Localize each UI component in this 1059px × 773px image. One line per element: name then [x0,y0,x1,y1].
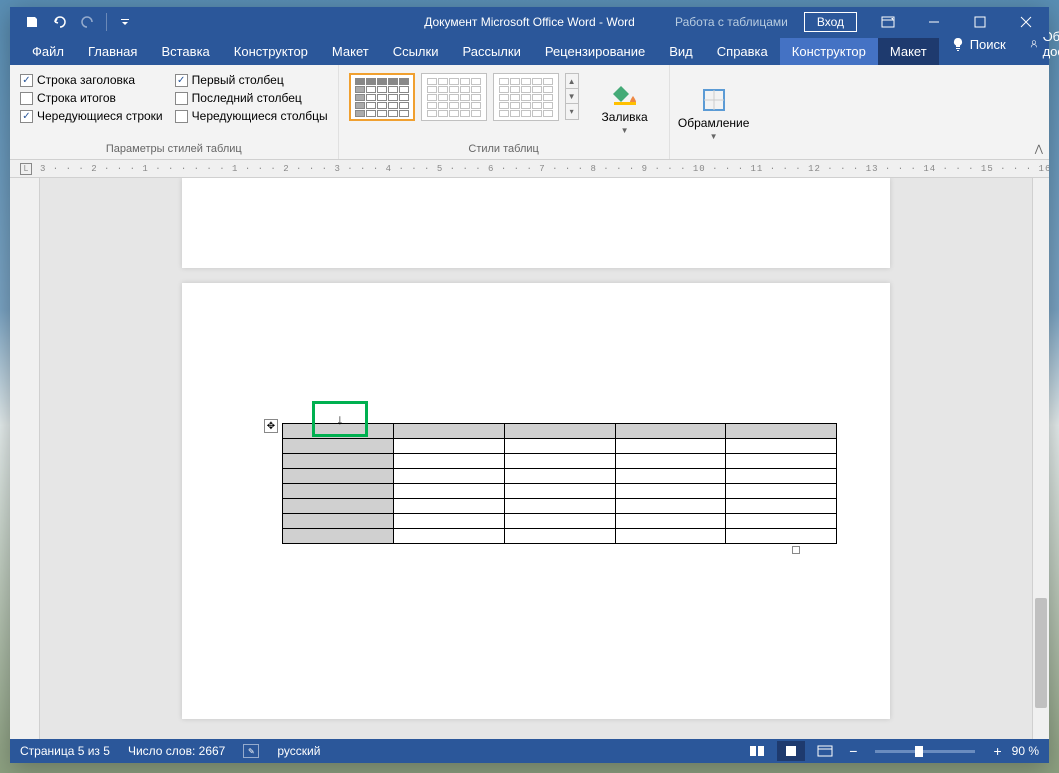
table-row [283,529,837,544]
person-icon [1030,37,1038,51]
borders-icon [698,86,730,114]
redo-button[interactable] [76,10,100,34]
vertical-ruler[interactable] [10,178,40,739]
login-button[interactable]: Вход [804,12,857,32]
table-style-1[interactable] [349,73,415,121]
ribbon: ✓Строка заголовка Строка итогов ✓Чередую… [10,65,1049,160]
table-row [283,424,837,439]
gallery-down[interactable]: ▼ [566,89,578,104]
group-label-styles: Стили таблиц [349,141,659,157]
title-bar: Документ Microsoft Office Word - Word Ра… [10,7,1049,37]
tab-view[interactable]: Вид [657,38,705,65]
table-row [283,469,837,484]
view-web-layout[interactable] [811,741,839,761]
table-move-handle[interactable]: ✥ [264,419,278,433]
tab-file[interactable]: Файл [20,38,76,65]
maximize-button[interactable] [957,7,1003,37]
document-table-wrapper: ✥ [282,423,790,544]
gallery-more[interactable]: ▾ [566,104,578,119]
group-table-style-options: ✓Строка заголовка Строка итогов ✓Чередую… [10,65,339,159]
undo-button[interactable] [48,10,72,34]
lightbulb-icon [951,37,965,51]
borders-button[interactable]: Обрамление ▼ [680,69,748,153]
view-print-layout[interactable] [777,741,805,761]
zoom-level[interactable]: 90 % [1012,744,1039,758]
status-bar: Страница 5 из 5 Число слов: 2667 ✎ русск… [10,739,1049,763]
window-title: Документ Microsoft Office Word - Word [424,15,635,29]
status-words[interactable]: Число слов: 2667 [128,744,225,758]
zoom-slider[interactable] [875,750,975,753]
table-row [283,514,837,529]
paint-bucket-icon [609,80,641,108]
document-scroll[interactable]: ✥ [40,178,1032,739]
group-borders: Обрамление ▼ [670,65,758,159]
document-area: ✥ [10,178,1049,739]
table-style-3[interactable] [493,73,559,121]
table-resize-handle[interactable] [792,546,800,554]
checkbox-first-column[interactable]: ✓Первый столбец [175,73,328,87]
status-language[interactable]: русский [277,744,320,758]
scroll-thumb[interactable] [1035,598,1047,708]
style-gallery-arrows: ▲ ▼ ▾ [565,73,579,120]
table-row [283,499,837,514]
table-style-2[interactable] [421,73,487,121]
vertical-scrollbar[interactable] [1032,178,1049,739]
view-read-mode[interactable] [743,741,771,761]
tab-table-design[interactable]: Конструктор [780,38,878,65]
table-row [283,454,837,469]
shading-button[interactable]: Заливка ▼ [591,69,659,141]
word-window: Документ Microsoft Office Word - Word Ра… [10,7,1049,763]
close-button[interactable] [1003,7,1049,37]
page-previous[interactable] [182,178,890,268]
minimize-button[interactable] [911,7,957,37]
document-table[interactable] [282,423,837,544]
tab-selector[interactable]: L [20,163,32,175]
table-row [283,439,837,454]
tab-mailings[interactable]: Рассылки [450,38,532,65]
tab-layout[interactable]: Макет [320,38,381,65]
checkbox-last-column[interactable]: Последний столбец [175,91,328,105]
checkbox-banded-rows[interactable]: ✓Чередующиеся строки [20,109,163,123]
zoom-out[interactable]: − [845,743,861,759]
tab-references[interactable]: Ссылки [381,38,451,65]
checkbox-total-row[interactable]: Строка итогов [20,91,163,105]
tab-review[interactable]: Рецензирование [533,38,657,65]
qat-customize[interactable] [113,10,137,34]
group-label-options: Параметры стилей таблиц [20,141,328,157]
checkbox-banded-columns[interactable]: Чередующиеся столбцы [175,109,328,123]
tab-insert[interactable]: Вставка [149,38,221,65]
gallery-up[interactable]: ▲ [566,74,578,89]
save-button[interactable] [20,10,44,34]
tab-design[interactable]: Конструктор [222,38,320,65]
group-table-styles: ▲ ▼ ▾ Заливка ▼ Стили таблиц [339,65,670,159]
horizontal-ruler[interactable]: L 3 · · · 2 · · · 1 · · · · · · 1 · · · … [10,160,1049,178]
checkbox-header-row[interactable]: ✓Строка заголовка [20,73,163,87]
page-current[interactable]: ✥ [182,283,890,719]
quick-access-toolbar [10,10,137,34]
tab-home[interactable]: Главная [76,38,149,65]
tab-help[interactable]: Справка [705,38,780,65]
tab-table-layout[interactable]: Макет [878,38,939,65]
ribbon-display-options[interactable] [865,7,911,37]
table-row [283,484,837,499]
status-page[interactable]: Страница 5 из 5 [20,744,110,758]
zoom-in[interactable]: + [989,743,1005,759]
ribbon-tabs: Файл Главная Вставка Конструктор Макет С… [10,37,1049,65]
contextual-tab-label: Работа с таблицами [667,15,796,29]
proofing-icon[interactable]: ✎ [243,744,259,758]
collapse-ribbon[interactable]: ⋀ [1035,144,1043,155]
